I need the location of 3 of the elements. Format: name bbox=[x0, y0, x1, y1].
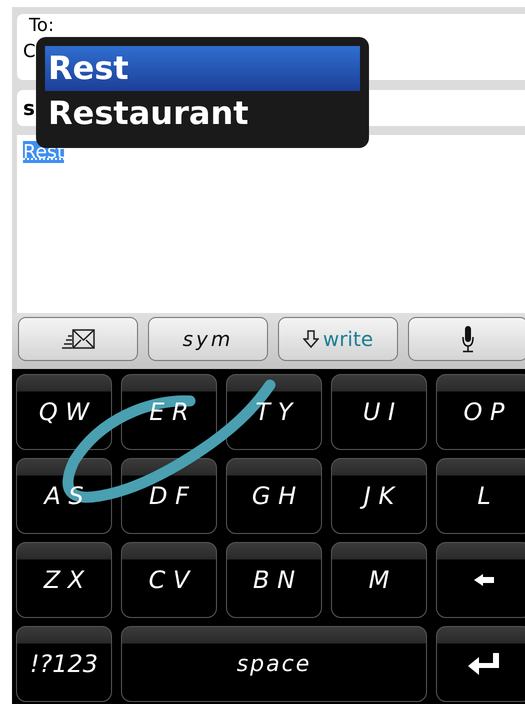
to-label: To: bbox=[29, 15, 54, 37]
cc-label: C bbox=[23, 41, 36, 63]
subject-label: s bbox=[23, 96, 35, 120]
